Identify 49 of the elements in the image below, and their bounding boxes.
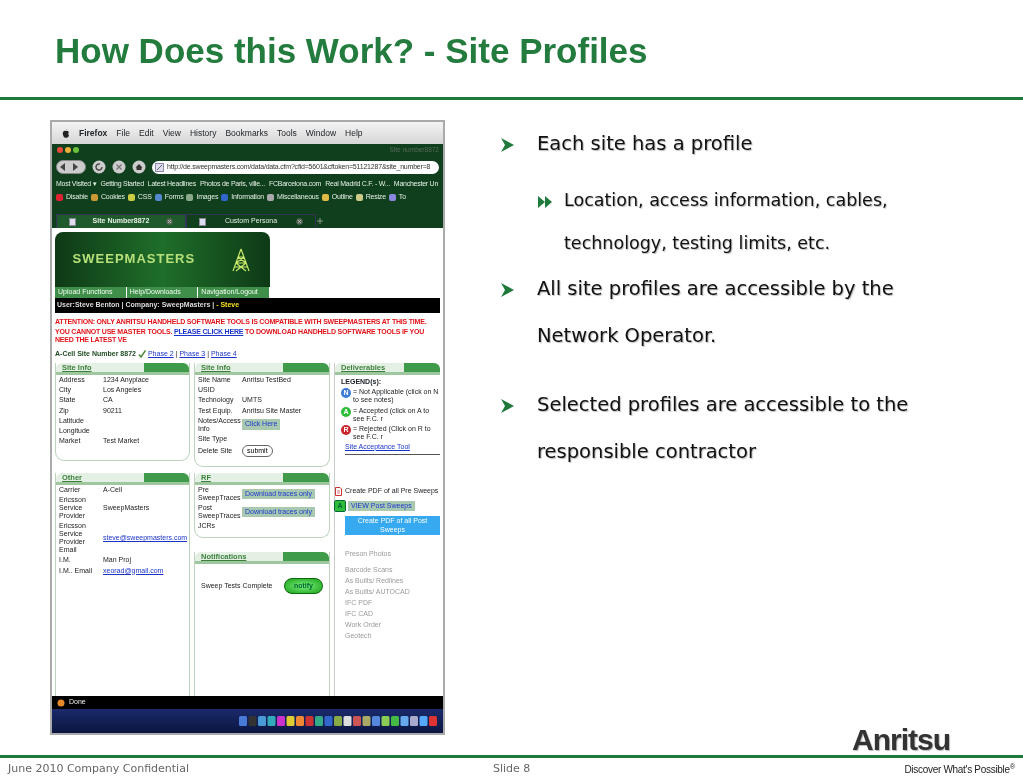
- menu-item[interactable]: Window: [305, 127, 337, 139]
- page-icon: [199, 217, 206, 226]
- tower-icon: [230, 247, 253, 272]
- window-controls-icon[interactable]: [56, 146, 82, 154]
- double-arrow-icon: [538, 196, 552, 208]
- menu-item[interactable]: Help: [345, 127, 363, 139]
- status-icon: [57, 698, 65, 707]
- toolbar-icon: [154, 194, 162, 201]
- bullet-text: Each site has a profile: [537, 131, 753, 157]
- footer-text: June 2010 Company Confidential: [8, 760, 190, 777]
- apple-icon: [62, 128, 70, 138]
- toolbar-icon: [127, 194, 135, 201]
- close-icon[interactable]: [296, 218, 303, 225]
- bullet-arrow-icon: [500, 282, 515, 298]
- bullet-text: Selected profiles are accessible to the responsible contractor: [537, 392, 910, 465]
- company-logo: Anritsu: [852, 725, 950, 755]
- bullet-text: All site profiles are accessible by the Network Operator.: [537, 276, 895, 349]
- checkmark-icon: [137, 350, 146, 358]
- slide-number: Slide 8: [493, 760, 531, 777]
- toolbar-icon: [221, 194, 229, 201]
- site-logo: SWEEPMASTERS: [72, 251, 196, 268]
- back-forward-icon[interactable]: [56, 160, 86, 174]
- menu-item[interactable]: History: [190, 127, 217, 139]
- menu-item[interactable]: Tools: [276, 127, 297, 139]
- new-tab-icon[interactable]: [316, 217, 324, 225]
- toolbar-icon: [56, 194, 63, 201]
- bullet-arrow-icon: [500, 398, 515, 414]
- toolbar-icon: [90, 194, 98, 201]
- menu-item[interactable]: View: [162, 127, 181, 139]
- menu-item[interactable]: File: [116, 127, 131, 139]
- stop-icon[interactable]: [112, 160, 126, 174]
- slide-title: How Does this Work? - Site Profiles: [55, 30, 649, 72]
- bullet-arrow-icon: [500, 137, 515, 153]
- toolbar-icon: [186, 194, 194, 201]
- menu-item[interactable]: Firefox: [79, 127, 108, 139]
- home-icon[interactable]: [132, 160, 146, 174]
- reload-icon[interactable]: [92, 160, 106, 174]
- sub-bullet-text: Location, access information, cables, technology, testing limits, etc.: [564, 189, 889, 255]
- page-icon: [69, 217, 76, 226]
- close-icon[interactable]: [166, 218, 173, 225]
- menu-item[interactable]: Edit: [139, 127, 154, 139]
- logo-tagline: Discover What's Possible$^{®}$: [904, 761, 1015, 777]
- toolbar-icon: [321, 194, 329, 201]
- pdf-icon: [335, 486, 342, 496]
- site-identity-icon: [155, 162, 164, 172]
- menu-item[interactable]: Bookmarks: [225, 127, 268, 139]
- toolbar-icon: [388, 194, 396, 201]
- toolbar-icon: [267, 194, 275, 201]
- toolbar-icon: [355, 194, 363, 201]
